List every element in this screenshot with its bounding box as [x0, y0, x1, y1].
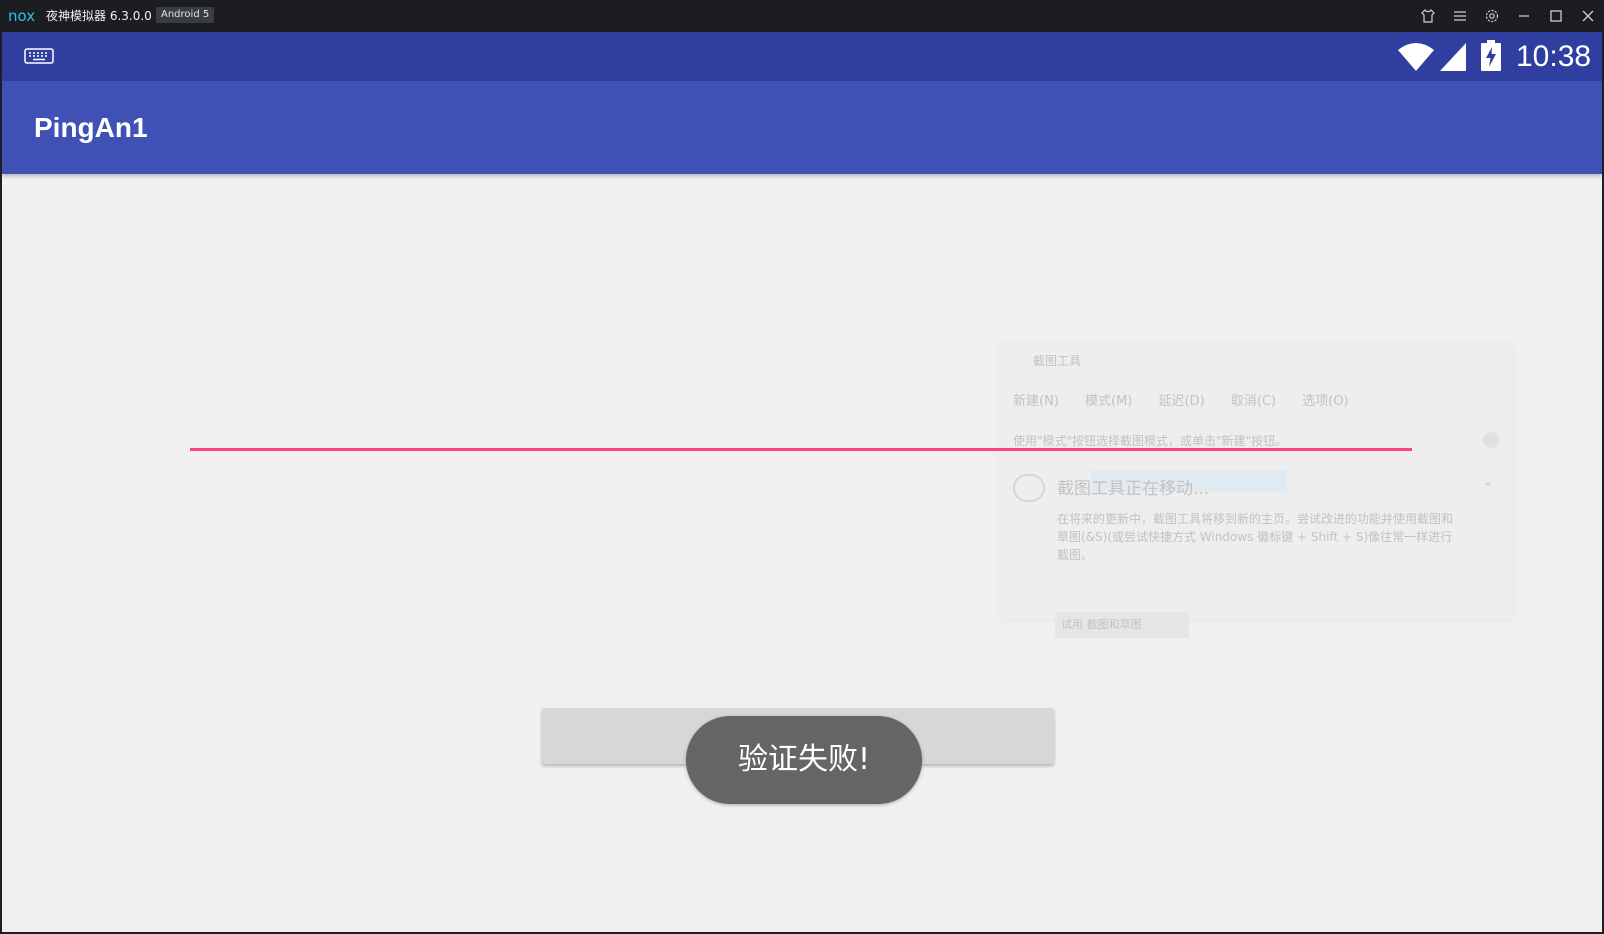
status-clock: 10:38: [1516, 40, 1592, 73]
text-input[interactable]: [190, 448, 1412, 451]
close-icon[interactable]: [1578, 6, 1598, 26]
app-title: PingAn1: [34, 112, 148, 143]
ghost-title: 截图工具: [1033, 354, 1082, 368]
nox-logo: nox: [8, 7, 36, 25]
help-icon: [1483, 432, 1499, 448]
maximize-icon[interactable]: [1546, 6, 1566, 26]
keyboard-icon[interactable]: [24, 48, 54, 68]
ghost-toolbar-item: 延迟(D): [1158, 394, 1205, 409]
ghost-button: 试用 截图和草图: [1055, 612, 1189, 638]
menu-icon[interactable]: [1450, 6, 1470, 26]
signal-icon: [1438, 42, 1468, 76]
ghost-toolbar: 新建(N) 模式(M) 延迟(D) 取消(C) 选项(O): [1013, 390, 1371, 409]
minimize-icon[interactable]: [1514, 6, 1534, 26]
ghost-hint: 使用"模式"按钮选择截图模式，或单击"新建"按钮。: [1013, 434, 1288, 448]
app-bar: PingAn1: [2, 81, 1602, 174]
ghost-toolbar-item: 取消(C): [1230, 394, 1277, 409]
android-version-badge: Android 5: [156, 7, 215, 23]
gear-icon[interactable]: [1482, 6, 1502, 26]
ghost-snipping-tool-overlay: 截图工具 新建(N) 模式(M) 延迟(D) 取消(C) 选项(O) 使用"模式…: [1001, 344, 1513, 638]
toast-message: 验证失败!: [686, 716, 922, 804]
wifi-icon: [1398, 42, 1434, 76]
ghost-heading: 截图工具正在移动...: [1057, 479, 1210, 499]
emulator-window: nox 夜神模拟器 6.3.0.0 Android 5 10:38 PingAn…: [0, 0, 1604, 934]
ghost-toolbar-item: 模式(M): [1085, 394, 1133, 409]
snip-logo-icon: [1013, 474, 1045, 502]
android-screen: 10:38 PingAn1 截图工具 新建(N) 模式(M) 延迟(D) 取消(…: [2, 32, 1602, 932]
ghost-body: 在将来的更新中，截图工具将移到新的主页。尝试改进的功能并使用截图和草图(&S)(…: [1057, 512, 1454, 562]
shirt-icon[interactable]: [1418, 6, 1438, 26]
status-bar: 10:38: [2, 32, 1602, 81]
ghost-toolbar-item: 新建(N): [1013, 394, 1059, 409]
battery-charging-icon: [1480, 40, 1502, 76]
chevron-up-icon: ⌃: [1482, 480, 1493, 494]
emulator-app-name: 夜神模拟器 6.3.0.0: [46, 9, 152, 23]
ghost-toolbar-item: 选项(O): [1302, 394, 1349, 409]
emulator-titlebar: nox 夜神模拟器 6.3.0.0 Android 5: [0, 0, 1604, 32]
